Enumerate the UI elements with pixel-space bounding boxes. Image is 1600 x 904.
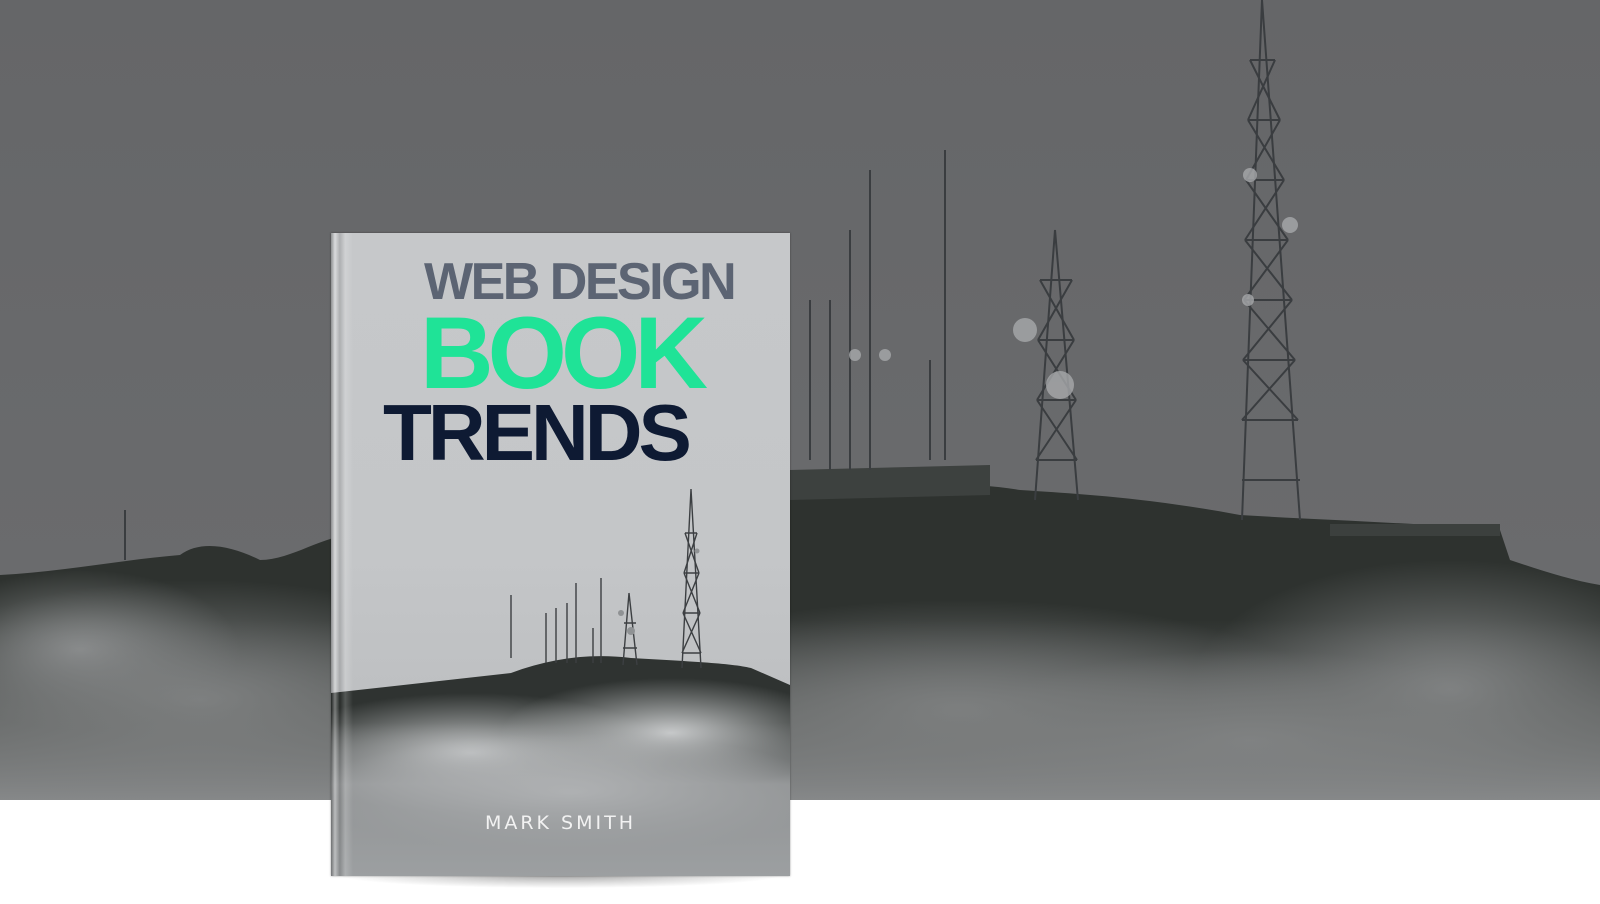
- book-spine-highlight: [331, 233, 353, 876]
- cover-title-line-3: TRENDS: [383, 388, 692, 477]
- book-cover: WEB DESIGN BOOK TRENDS MARK SMITH: [331, 233, 790, 876]
- book-mockup-scene: WEB DESIGN BOOK TRENDS MARK SMITH: [0, 0, 1600, 904]
- background-illustration: [0, 0, 1600, 800]
- background-photo: [0, 0, 1600, 800]
- cover-author: MARK SMITH: [484, 812, 637, 834]
